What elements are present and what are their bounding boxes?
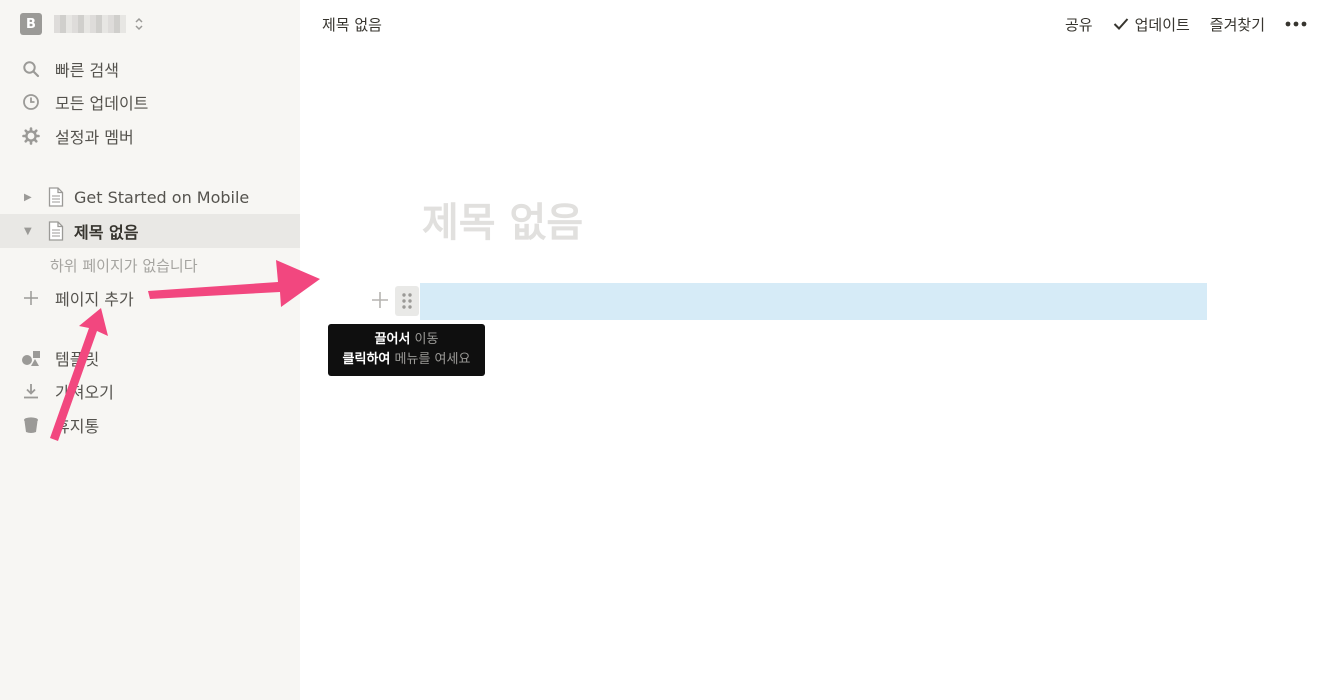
add-block-plus-icon[interactable] (370, 290, 390, 310)
page-title-placeholder[interactable]: 제목 없음 (422, 190, 583, 248)
settings-members-label: 설정과 멤버 (55, 128, 134, 147)
page-label: Get Started on Mobile (74, 187, 250, 207)
document-icon (48, 186, 66, 208)
workspace-badge: B (20, 13, 42, 35)
tooltip-click-rest: 메뉴를 여세요 (394, 352, 471, 367)
selected-empty-block[interactable] (420, 283, 1207, 320)
app-window: B 빠른 검색 모든 업데이트 설정과 멤버 ▶ Get Started on … (0, 0, 1327, 700)
top-actions: 공유 업데이트 즐겨찾기 (1045, 12, 1307, 36)
import[interactable]: 가져오기 (20, 379, 114, 403)
tooltip-drag-rest: 이동 (414, 332, 439, 347)
quick-search-label: 빠른 검색 (55, 61, 119, 80)
add-page-label: 페이지 추가 (55, 290, 134, 309)
sidebar: B 빠른 검색 모든 업데이트 설정과 멤버 ▶ Get Started on … (0, 0, 300, 700)
import-label: 가져오기 (55, 383, 114, 402)
add-page-button[interactable]: 페이지 추가 (20, 286, 134, 310)
more-dots-icon (1285, 21, 1307, 27)
import-icon (20, 380, 42, 402)
trash[interactable]: 휴지통 (20, 413, 99, 437)
tooltip-drag-bold: 끌어서 (374, 332, 411, 347)
expand-triangle-icon[interactable]: ▶ (24, 192, 38, 203)
settings-members[interactable]: 설정과 멤버 (20, 124, 134, 148)
search-icon (20, 58, 42, 80)
quick-search[interactable]: 빠른 검색 (20, 57, 119, 81)
sidebar-page-untitled[interactable]: ▼ 제목 없음 (0, 214, 300, 248)
all-updates[interactable]: 모든 업데이트 (20, 90, 148, 114)
gear-icon (20, 125, 42, 147)
tooltip-line-1: 끌어서 이동 (328, 330, 485, 350)
clock-icon (20, 91, 42, 113)
chevron-updown-icon (135, 17, 143, 31)
plus-icon (20, 287, 42, 309)
favorite-button[interactable]: 즐겨찾기 (1210, 14, 1265, 35)
more-options-button[interactable] (1285, 21, 1307, 27)
updates-button[interactable]: 업데이트 (1113, 14, 1190, 35)
breadcrumb-page-title[interactable]: 제목 없음 (322, 14, 382, 35)
drag-handle-icon (402, 293, 412, 309)
workspace-name-blurred (54, 15, 126, 33)
share-button[interactable]: 공유 (1065, 14, 1093, 35)
page-label: 제목 없음 (74, 223, 139, 242)
drag-handle-tooltip: 끌어서 이동 클릭하여 메뉴를 여세요 (328, 324, 485, 376)
updates-label: 업데이트 (1134, 15, 1190, 34)
templates[interactable]: 템플릿 (20, 346, 99, 370)
workspace-switcher[interactable]: B (20, 13, 144, 35)
templates-icon (20, 347, 42, 369)
no-subpages-text: 하위 페이지가 없습니다 (50, 257, 198, 275)
check-icon (1113, 18, 1128, 30)
tooltip-click-bold: 클릭하여 (342, 352, 391, 367)
trash-label: 휴지통 (55, 417, 100, 436)
tooltip-line-2: 클릭하여 메뉴를 여세요 (328, 350, 485, 370)
templates-label: 템플릿 (55, 350, 100, 369)
document-icon (48, 220, 66, 242)
drag-handle[interactable] (395, 286, 419, 316)
all-updates-label: 모든 업데이트 (55, 94, 149, 113)
sidebar-page-get-started[interactable]: ▶ Get Started on Mobile (0, 180, 300, 214)
collapse-triangle-icon[interactable]: ▼ (24, 226, 38, 237)
trash-icon (20, 414, 42, 436)
